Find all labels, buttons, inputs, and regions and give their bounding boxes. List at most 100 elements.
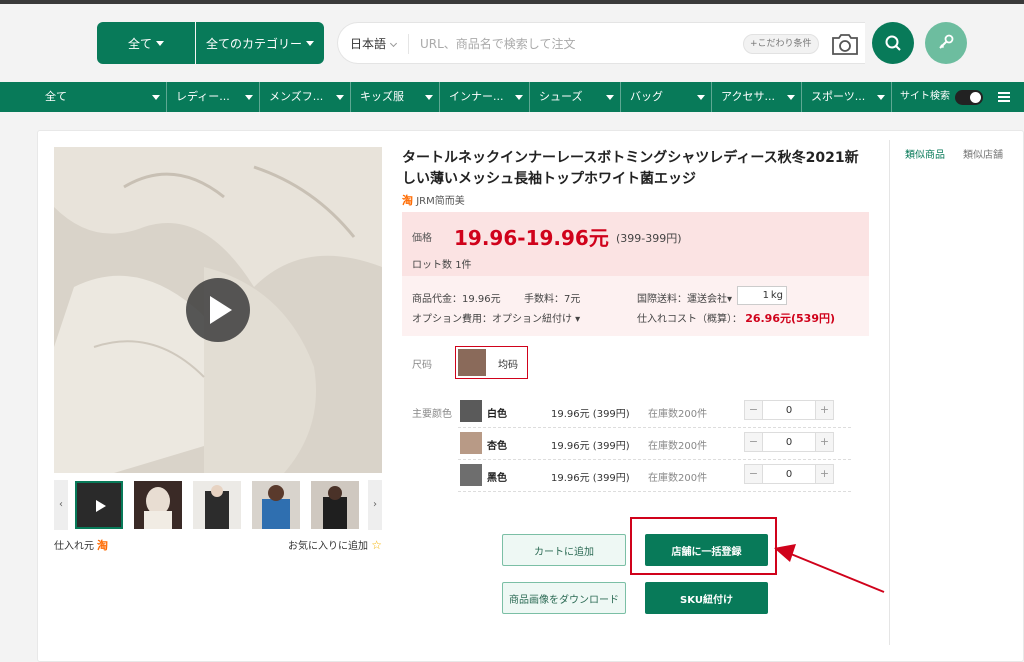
color-name: 杏色 (487, 441, 507, 452)
quantity-stepper: − + (744, 464, 834, 484)
lot-info: ロット数 1件 (412, 256, 472, 271)
thumbnail-image[interactable] (193, 481, 241, 529)
increment-button[interactable]: + (815, 401, 833, 419)
search-button[interactable] (872, 22, 914, 64)
thumbnail-image[interactable] (311, 481, 359, 529)
tab-similar-products[interactable]: 類似商品 (905, 146, 945, 161)
size-swatch-image (458, 349, 486, 376)
increment-button[interactable]: + (815, 465, 833, 483)
color-stock: 在庫数200件 (648, 441, 708, 452)
carrier-label: 運送会社 (687, 294, 727, 305)
search-icon (885, 35, 901, 51)
quantity-stepper: − + (744, 400, 834, 420)
purchase-cost-label: 仕入れコスト（概算）： (637, 314, 742, 325)
caret-down-icon (152, 95, 160, 100)
category-nav: 全て レディー... メンズフ... キッズ服 インナー... シューズ バッグ… (0, 82, 1024, 112)
nav-item-mens[interactable]: メンズフ... (261, 82, 351, 112)
weight-unit: kg (770, 290, 783, 301)
thumbnail-photo (252, 481, 300, 529)
caret-down-icon (697, 95, 705, 100)
thumbnail-video[interactable] (75, 481, 123, 529)
sku-link-button[interactable]: SKU紐付け (645, 582, 768, 614)
option-link-select[interactable]: オプション紐付け ▾ (492, 314, 580, 325)
product-price-fee: 商品代金：19.96元 (412, 294, 501, 305)
annotation-arrow-icon (774, 544, 885, 593)
nav-item-shoes[interactable]: シューズ (531, 82, 621, 112)
nav-item-ladies[interactable]: レディー... (168, 82, 260, 112)
quantity-input[interactable] (763, 433, 815, 451)
thumbnail-image[interactable] (252, 481, 300, 529)
video-play-icon[interactable] (186, 278, 250, 342)
nav-item-accessories[interactable]: アクセサ... (713, 82, 802, 112)
color-swatch-image (460, 432, 482, 454)
caret-down-icon (787, 95, 795, 100)
price-yen: (399-399円) (616, 232, 682, 245)
favorite-button[interactable]: お気に入りに追加 ☆ (288, 537, 382, 552)
thumb-prev-button[interactable]: ‹ (54, 480, 68, 530)
favorite-label: お気に入りに追加 (288, 541, 368, 552)
nav-item-all[interactable]: 全て (37, 82, 167, 112)
color-swatch-image (460, 400, 482, 422)
nav-item-label: メンズフ... (269, 90, 324, 103)
download-images-button[interactable]: 商品画像をダウンロード (502, 582, 626, 614)
intl-shipping-label: 国際送料： (637, 294, 687, 305)
increment-button[interactable]: + (815, 433, 833, 451)
extension-button[interactable] (925, 22, 967, 64)
decrement-button[interactable]: − (745, 401, 763, 419)
site-search-toggle[interactable] (955, 90, 983, 105)
category-dropdown-button[interactable]: 全てのカテゴリー (196, 22, 324, 64)
search-input[interactable] (420, 33, 720, 55)
taobao-icon: 淘 (402, 194, 413, 207)
language-select[interactable]: 日本語 (350, 35, 398, 52)
quantity-input[interactable] (763, 401, 815, 419)
language-label: 日本語 (350, 37, 387, 51)
nav-item-label: キッズ服 (360, 90, 404, 103)
decrement-button[interactable]: − (745, 465, 763, 483)
search-box: 日本語 +こだわり条件 (337, 22, 865, 64)
header: 全て 全てのカテゴリー 日本語 +こだわり条件 (0, 4, 1024, 82)
category-dropdown-label: 全てのカテゴリー (205, 36, 302, 51)
toggle-knob (970, 92, 981, 103)
site-search-label: サイト検索 (900, 91, 950, 102)
star-icon: ☆ (371, 538, 382, 552)
chevron-down-icon (389, 39, 398, 48)
nav-item-kids[interactable]: キッズ服 (352, 82, 440, 112)
nav-item-sports[interactable]: スポーツ... (803, 82, 892, 112)
color-row: 杏色 19.96元 (399円) 在庫数200件 − + (458, 428, 851, 460)
nav-item-label: バッグ (630, 90, 663, 103)
nav-item-label: アクセサ... (721, 90, 775, 103)
color-label: 主要颜色 (412, 409, 452, 420)
all-dropdown-button[interactable]: 全て (97, 22, 195, 64)
nav-item-bags[interactable]: バッグ (622, 82, 712, 112)
product-title: タートルネックインナーレースボトミングシャツレディース秋冬2021新しい薄いメッ… (402, 150, 859, 187)
thumbnail-photo (134, 481, 182, 529)
quantity-input[interactable] (763, 465, 815, 483)
decrement-button[interactable]: − (745, 433, 763, 451)
add-to-cart-button[interactable]: カートに追加 (502, 534, 626, 566)
nav-item-inner[interactable]: インナー... (441, 82, 530, 112)
caret-down-icon (515, 95, 523, 100)
carrier-select[interactable]: 運送会社▾ (687, 294, 732, 305)
caret-down-icon (306, 40, 314, 46)
wrench-icon (939, 34, 954, 49)
source-label: 仕入れ元 (54, 541, 94, 552)
option-fee: オプション費用：オプション紐付け ▾ (412, 310, 580, 325)
taobao-icon[interactable]: 淘 (97, 537, 108, 553)
caret-down-icon (336, 95, 344, 100)
nav-item-label: スポーツ... (811, 90, 866, 103)
divider (408, 34, 409, 54)
thumbnail-image[interactable] (134, 481, 182, 529)
color-name: 黑色 (487, 473, 507, 484)
size-option[interactable]: 均码 (455, 346, 528, 379)
conditions-button[interactable]: +こだわり条件 (743, 34, 819, 54)
caret-down-icon (606, 95, 614, 100)
menu-icon[interactable] (998, 92, 1010, 102)
purchase-cost-value: 26.96元(539円) (745, 312, 835, 325)
shop-info[interactable]: 淘 JRM简而美 (402, 192, 465, 208)
thumb-next-button[interactable]: › (368, 480, 382, 530)
thumbnail-strip: ‹ › (54, 480, 382, 530)
camera-icon[interactable] (830, 31, 860, 57)
weight-input[interactable]: 1 kg (737, 286, 787, 305)
tab-similar-shops[interactable]: 類似店舗 (963, 146, 1003, 161)
caret-down-icon (245, 95, 253, 100)
